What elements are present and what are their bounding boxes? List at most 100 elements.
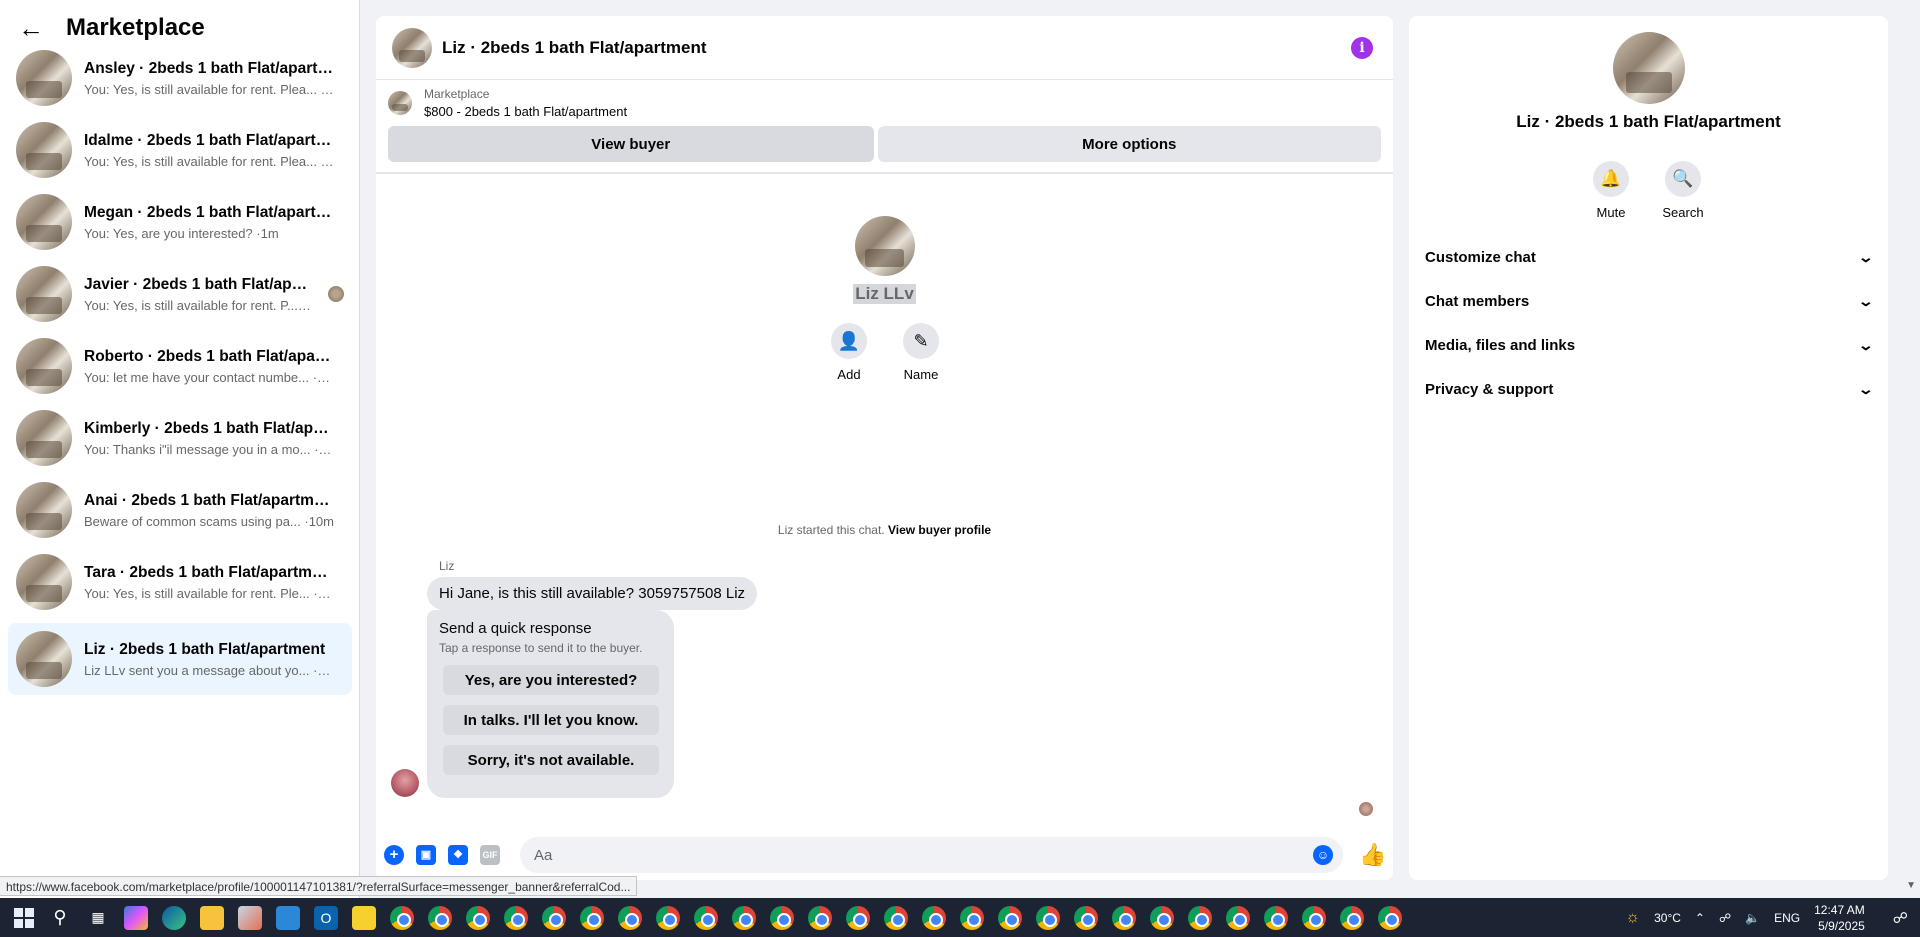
conversation-item[interactable]: Ansley · 2beds 1 bath Flat/apartme... Yo… — [8, 42, 352, 114]
chevron-up-icon[interactable]: ⌃ — [1695, 911, 1705, 925]
copilot-icon[interactable] — [124, 905, 148, 930]
buyer-avatar[interactable] — [854, 216, 915, 276]
quick-response-option[interactable]: In talks. I'll let you know. — [443, 705, 659, 735]
section-media-files-links[interactable]: Media, files and links ⌄ — [1425, 323, 1874, 367]
image-icon[interactable]: ▣ — [416, 845, 436, 865]
listing-title[interactable]: $800 - 2beds 1 bath Flat/apartment — [424, 104, 627, 119]
listing-thumbnail[interactable] — [388, 91, 412, 115]
view-buyer-profile-link[interactable]: View buyer profile — [888, 523, 991, 537]
quick-response-option[interactable]: Yes, are you interested? — [443, 665, 659, 695]
notification-bell-icon[interactable]: ☍ — [1893, 909, 1908, 927]
conversation-item[interactable]: Tara · 2beds 1 bath Flat/apartment You: … — [8, 546, 352, 618]
quick-response-title: Send a quick response — [439, 620, 592, 637]
message-input[interactable] — [520, 837, 1280, 873]
chrome-icon[interactable] — [770, 905, 794, 930]
chrome-icon[interactable] — [1074, 905, 1098, 930]
temperature[interactable]: 30°C — [1654, 911, 1681, 925]
conversation-item[interactable]: Megan · 2beds 1 bath Flat/apartm... You:… — [8, 186, 352, 258]
conversation-item[interactable]: Anai · 2beds 1 bath Flat/apartment Bewar… — [8, 474, 352, 546]
conversation-name: Megan · 2beds 1 bath Flat/apartm... — [84, 203, 334, 221]
sticker-icon[interactable]: ❖ — [448, 845, 468, 865]
seen-avatar-icon — [328, 286, 344, 302]
language-indicator[interactable]: ENG — [1774, 911, 1800, 925]
conversation-item[interactable]: Roberto · 2beds 1 bath Flat/apart... You… — [8, 330, 352, 402]
chrome-icon[interactable] — [846, 905, 870, 930]
emoji-icon[interactable]: ☺ — [1313, 845, 1333, 865]
chrome-icon[interactable] — [1188, 905, 1212, 930]
sticky-notes-icon[interactable] — [352, 905, 376, 930]
search-icon[interactable]: ⚲ — [48, 906, 72, 930]
chrome-icon[interactable] — [694, 905, 718, 930]
store-icon[interactable] — [276, 905, 300, 930]
chrome-icon[interactable] — [1378, 905, 1402, 930]
avatar — [16, 554, 72, 610]
clock[interactable]: 12:47 AM 5/9/2025 — [1814, 902, 1865, 934]
chrome-icon[interactable] — [504, 905, 528, 930]
chrome-icon[interactable] — [1302, 905, 1326, 930]
chrome-icon[interactable] — [656, 905, 680, 930]
name-button[interactable]: ✎ Name — [903, 323, 939, 382]
chrome-icon[interactable] — [1036, 905, 1060, 930]
section-privacy-support[interactable]: Privacy & support ⌄ — [1425, 367, 1874, 411]
volume-icon[interactable]: 🔈 — [1745, 911, 1760, 925]
chat-title[interactable]: Liz · 2beds 1 bath Flat/apartment — [442, 38, 707, 58]
conversation-item[interactable]: Idalme · 2beds 1 bath Flat/apartm... You… — [8, 114, 352, 186]
message-bubble[interactable]: Hi Jane, is this still available? 305975… — [427, 577, 758, 610]
plus-circle-icon[interactable]: + — [384, 845, 404, 865]
chrome-icon[interactable] — [618, 905, 642, 930]
add-button[interactable]: 👤 Add — [831, 323, 867, 382]
chrome-icon[interactable] — [808, 905, 832, 930]
chrome-icon[interactable] — [390, 905, 414, 930]
info-icon[interactable]: i — [1351, 37, 1373, 59]
task-view-icon[interactable]: ▦ — [86, 906, 110, 930]
chrome-icon[interactable] — [1226, 905, 1250, 930]
marketplace-label: Marketplace — [424, 87, 490, 101]
chat-avatar[interactable] — [1613, 32, 1685, 104]
chrome-icon[interactable] — [1112, 905, 1136, 930]
conversation-item-active[interactable]: Liz · 2beds 1 bath Flat/apartment Liz LL… — [8, 623, 352, 695]
outlook-icon[interactable]: O — [314, 905, 338, 930]
chrome-icon[interactable] — [1340, 905, 1364, 930]
edge-icon[interactable] — [162, 905, 186, 930]
view-buyer-button[interactable]: View buyer — [388, 126, 874, 162]
section-label: Privacy & support — [1425, 380, 1554, 398]
conversation-item[interactable]: Kimberly · 2beds 1 bath Flat/apart... Yo… — [8, 402, 352, 474]
file-explorer-icon[interactable] — [200, 905, 224, 930]
chrome-icon[interactable] — [884, 905, 908, 930]
chrome-icon[interactable] — [1264, 905, 1288, 930]
windows-start-icon[interactable] — [14, 907, 34, 928]
conversation-name: Roberto · 2beds 1 bath Flat/apart... — [84, 347, 334, 365]
link-status-bar: https://www.facebook.com/marketplace/pro… — [0, 876, 638, 896]
sender-avatar[interactable] — [391, 769, 419, 797]
conversation-name: Anai · 2beds 1 bath Flat/apartment — [84, 491, 334, 509]
quick-response-option[interactable]: Sorry, it's not available. — [443, 745, 659, 775]
chrome-icon[interactable] — [1150, 905, 1174, 930]
chrome-icon[interactable] — [960, 905, 984, 930]
mute-label: Mute — [1596, 205, 1626, 220]
chrome-icon[interactable] — [428, 905, 452, 930]
back-arrow-icon[interactable]: ← — [18, 15, 48, 41]
scroll-down-arrow-icon[interactable]: ▼ — [1906, 880, 1916, 891]
gif-icon[interactable]: GIF — [480, 845, 500, 865]
chrome-icon[interactable] — [542, 905, 566, 930]
chrome-icon[interactable] — [732, 905, 756, 930]
chrome-icon[interactable] — [922, 905, 946, 930]
read-receipt-avatar — [1359, 802, 1373, 816]
avatar — [16, 482, 72, 538]
chrome-icon[interactable] — [580, 905, 604, 930]
search-label: Search — [1662, 205, 1704, 220]
paint-icon[interactable] — [238, 905, 262, 930]
section-customize-chat[interactable]: Customize chat ⌄ — [1425, 235, 1874, 279]
weather-icon[interactable]: ☼ — [1625, 909, 1640, 927]
buyer-name[interactable]: Liz LLv — [853, 284, 916, 304]
like-icon[interactable]: 👍 — [1359, 842, 1386, 868]
more-options-button[interactable]: More options — [877, 126, 1381, 162]
chrome-icon[interactable] — [998, 905, 1022, 930]
section-chat-members[interactable]: Chat members ⌄ — [1425, 279, 1874, 323]
network-icon[interactable]: ☍ — [1719, 911, 1731, 925]
search-button[interactable]: 🔍 Search — [1653, 161, 1713, 220]
avatar[interactable] — [392, 27, 432, 68]
chrome-icon[interactable] — [466, 905, 490, 930]
conversation-item[interactable]: Javier · 2beds 1 bath Flat/apart... You:… — [8, 258, 352, 330]
mute-button[interactable]: 🔔 Mute — [1581, 161, 1641, 220]
